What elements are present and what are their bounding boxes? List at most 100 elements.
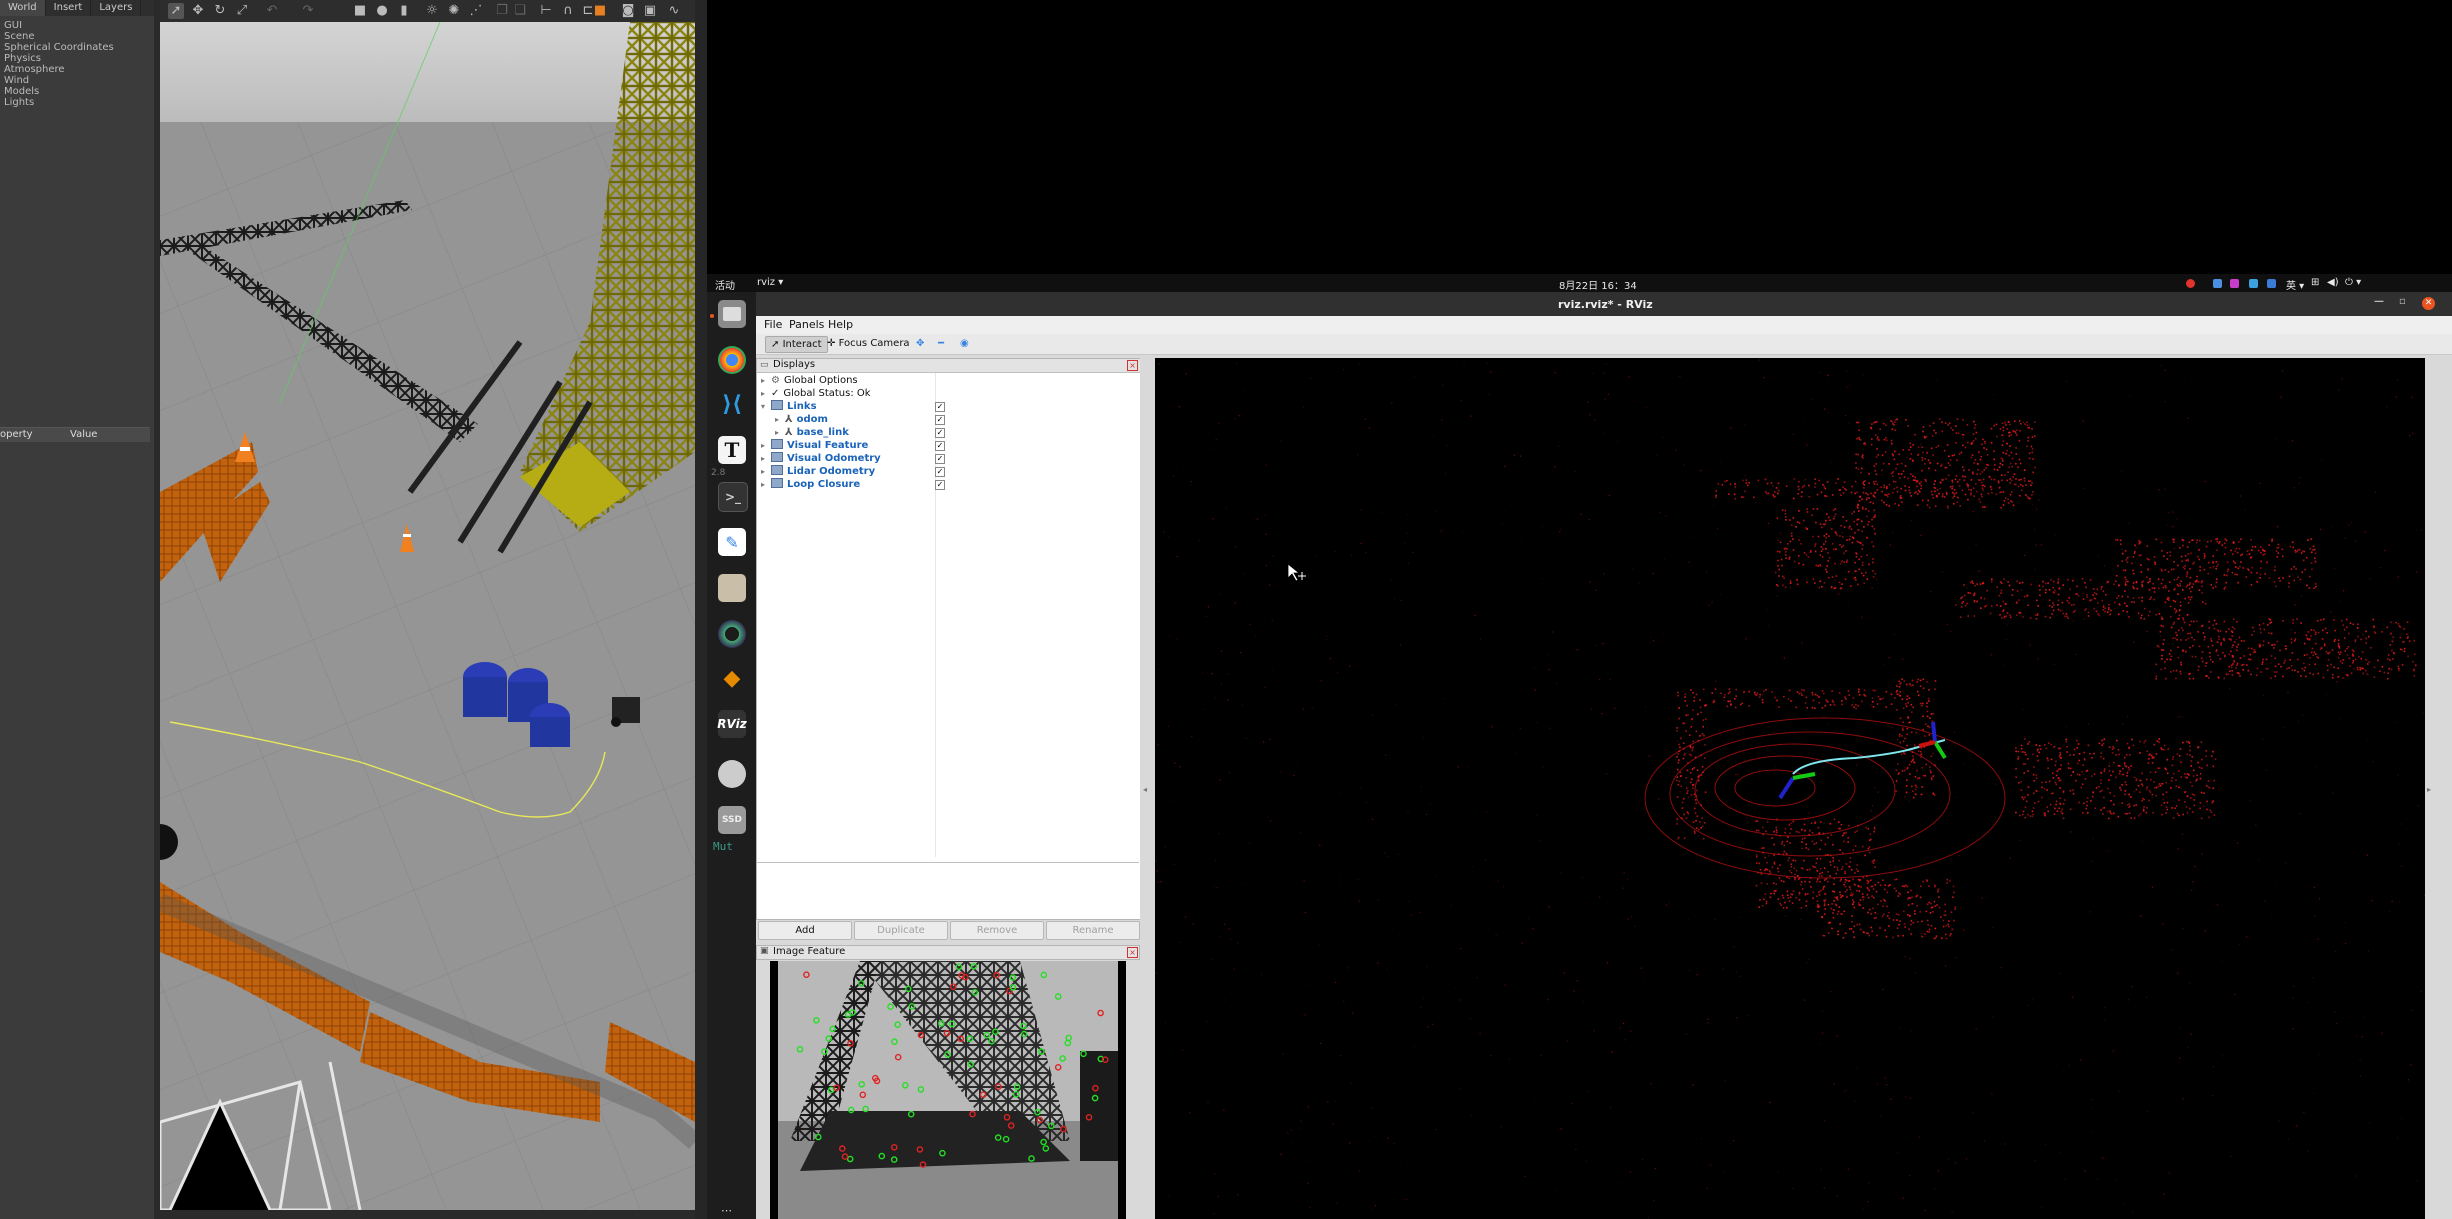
panel-close-icon[interactable]: × [1127, 947, 1138, 958]
display-row-base-link[interactable]: ▸ ⅄ base_link [775, 426, 849, 439]
loop-closure-checkbox[interactable]: ✓ [935, 480, 945, 490]
rviz-icon[interactable]: RViz [717, 710, 747, 738]
show-apps-icon[interactable]: ⋯ [721, 1204, 732, 1217]
display-row-loop-closure[interactable]: ▸ Loop Closure [761, 478, 860, 491]
lidar-odometry-checkbox[interactable]: ✓ [935, 467, 945, 477]
network-icon[interactable]: ⊞ [2311, 277, 2319, 288]
record-tray-icon[interactable] [2186, 279, 2195, 288]
panel-close-icon[interactable]: × [1127, 360, 1138, 371]
align-icon[interactable]: ⊢ [538, 3, 554, 19]
measure-icon[interactable]: ━ [933, 336, 949, 351]
plot-icon[interactable]: ∿ [666, 3, 682, 19]
cloud-point [1228, 772, 1231, 774]
translate-icon[interactable]: ✥ [190, 3, 206, 19]
cloud-point [2177, 848, 2179, 850]
tree-item-scene[interactable]: Scene [4, 31, 114, 42]
cloud-point [1764, 490, 1767, 493]
box-icon[interactable]: ■ [352, 3, 368, 19]
tab-world[interactable]: World [0, 0, 46, 16]
interact-tool[interactable]: ➚ Interact [765, 336, 828, 353]
minimize-icon[interactable]: — [2374, 296, 2384, 307]
typora-icon[interactable]: T [718, 436, 746, 464]
rviz-right-dock[interactable]: ▸ [2425, 355, 2452, 1219]
select-icon[interactable]: ➚ [168, 3, 184, 19]
move-camera-icon[interactable]: ✥ [911, 336, 929, 351]
notes-icon[interactable] [718, 574, 746, 602]
focus-camera-tool[interactable]: ✛ Focus Camera [822, 336, 915, 351]
undo-icon[interactable]: ↶ [264, 3, 280, 19]
rviz-3d-view[interactable] [1155, 358, 2425, 1219]
chrome-icon[interactable] [718, 346, 746, 374]
screenshot-icon[interactable]: ◙ [620, 3, 636, 19]
text-editor-icon[interactable]: ✎ [718, 528, 746, 556]
copy-icon[interactable]: ❐ [494, 3, 510, 19]
record-icon[interactable]: ■ [592, 3, 608, 19]
display-row-visual-feature[interactable]: ▸ Visual Feature [761, 439, 868, 452]
sun-light-icon[interactable]: ☼ [424, 3, 440, 19]
app-tray-icon[interactable] [2230, 279, 2239, 288]
tab-layers[interactable]: Layers [91, 0, 142, 16]
ssd-icon[interactable]: SSD [718, 806, 746, 834]
cloud-point [2112, 745, 2114, 748]
paste-icon[interactable]: ❏ [512, 3, 528, 19]
tab-insert[interactable]: Insert [46, 0, 92, 16]
tree-item-atmosphere[interactable]: Atmosphere [4, 64, 114, 75]
maximize-icon[interactable]: ▫ [2399, 296, 2406, 307]
bluetooth-tray-icon[interactable] [2267, 279, 2276, 288]
terminal-icon[interactable]: >_ [718, 482, 748, 512]
scale-icon[interactable]: ⤢ [234, 3, 250, 19]
close-icon[interactable]: ✕ [2422, 297, 2435, 310]
tree-item-lights[interactable]: Lights [4, 97, 114, 108]
chat-tray-icon[interactable] [2213, 279, 2222, 288]
display-row[interactable]: ▸ ✓ Global Status: Ok [761, 387, 871, 400]
power-icon[interactable]: ⏻ ▾ [2345, 277, 2361, 288]
menu-help[interactable]: Help [828, 318, 853, 331]
disk-icon[interactable] [718, 760, 746, 788]
display-row[interactable]: ▸ ⚙ Global Options [761, 374, 858, 387]
cloud-point [2294, 669, 2296, 672]
visual-feature-checkbox[interactable]: ✓ [935, 441, 945, 451]
app-menu[interactable]: rviz ▾ [757, 277, 783, 288]
tree-item-wind[interactable]: Wind [4, 75, 114, 86]
menu-panels[interactable]: Panels [789, 318, 824, 331]
tree-item-spherical-coordinates[interactable]: Spherical Coordinates [4, 42, 114, 53]
rviz-splitter[interactable]: ◂ [1140, 355, 1154, 1219]
rotate-icon[interactable]: ↻ [212, 3, 228, 19]
spot-light-icon[interactable]: ⋰ [468, 3, 484, 19]
gazebo-3d-viewport[interactable] [160, 22, 695, 1210]
volume-icon[interactable]: ◀) [2327, 277, 2339, 288]
base-link-checkbox[interactable]: ✓ [935, 428, 945, 438]
log-icon[interactable]: ▣ [642, 3, 658, 19]
redo-icon[interactable]: ↷ [300, 3, 316, 19]
files-icon[interactable] [718, 300, 746, 328]
clock[interactable]: 8月22日 16：34 [1559, 277, 1637, 292]
odom-checkbox[interactable]: ✓ [935, 415, 945, 425]
rename-button[interactable]: Rename [1046, 921, 1140, 940]
remove-button[interactable]: Remove [950, 921, 1044, 940]
menu-file[interactable]: File [764, 318, 782, 331]
camera-icon[interactable] [718, 620, 746, 648]
input-method[interactable]: 英 ▾ [2286, 277, 2304, 292]
visual-odometry-checkbox[interactable]: ✓ [935, 454, 945, 464]
duplicate-button[interactable]: Duplicate [854, 921, 948, 940]
magnet-icon[interactable]: ∩ [560, 3, 576, 19]
tree-item-gui[interactable]: GUI [4, 20, 114, 31]
layers-icon[interactable]: ◆ [718, 664, 746, 692]
cylinder-icon[interactable]: ▮ [396, 3, 412, 19]
display-row-visual-odometry[interactable]: ▸ Visual Odometry [761, 452, 881, 465]
cloud-point [1865, 498, 1868, 501]
activities-button[interactable]: 活动 [715, 277, 735, 292]
display-row-lidar-odometry[interactable]: ▸ Lidar Odometry [761, 465, 875, 478]
tree-item-physics[interactable]: Physics [4, 53, 114, 64]
gazebo-right-panel-handle[interactable] [695, 0, 707, 1219]
point-light-icon[interactable]: ✺ [446, 3, 462, 19]
telegram-tray-icon[interactable] [2249, 279, 2258, 288]
sphere-icon[interactable]: ● [374, 3, 390, 19]
vscode-icon[interactable]: ⟩⟨ [718, 390, 746, 418]
add-button[interactable]: Add [758, 921, 852, 940]
display-row-odom[interactable]: ▸ ⅄ odom [775, 413, 828, 426]
tree-item-models[interactable]: Models [4, 86, 114, 97]
links-checkbox[interactable]: ✓ [935, 402, 945, 412]
publish-point-icon[interactable]: ◉ [955, 336, 974, 351]
display-row-links[interactable]: ▾ Links [761, 400, 817, 413]
